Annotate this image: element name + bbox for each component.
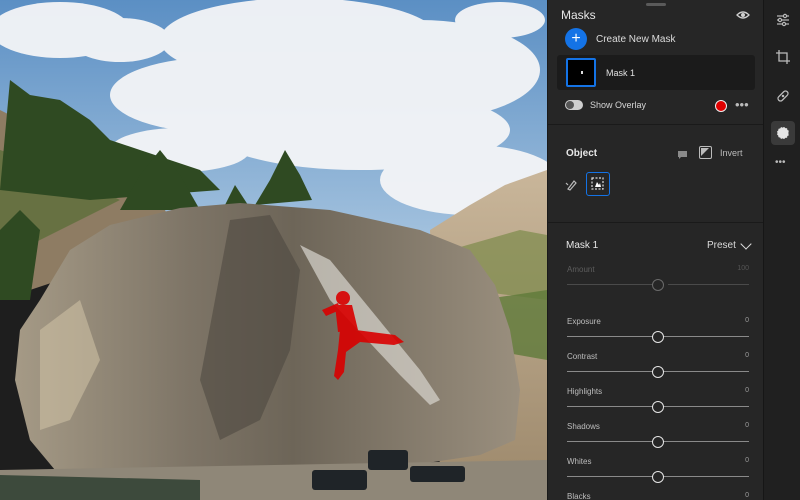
slider-shadows[interactable]: Shadows 0: [567, 422, 749, 452]
slider-amount: Amount 100: [567, 265, 749, 295]
mask-settings-title: Mask 1: [566, 240, 599, 251]
more-options-icon[interactable]: •••: [735, 98, 749, 111]
object-section-title: Object: [566, 148, 598, 159]
slider-label: Shadows: [567, 422, 600, 431]
chat-bubble-icon[interactable]: [677, 150, 688, 160]
select-object-button[interactable]: [586, 172, 610, 196]
create-new-mask-label: Create New Mask: [596, 33, 676, 45]
crop-icon[interactable]: [773, 47, 793, 67]
show-overlay-label: Show Overlay: [590, 100, 647, 110]
slider-whites[interactable]: Whites 0: [567, 457, 749, 487]
section-divider: [548, 124, 763, 125]
mask-list-item[interactable]: Mask 1: [557, 55, 755, 90]
mask-thumbnail: [566, 58, 596, 87]
invert-icon: [699, 146, 712, 159]
masks-panel: Masks + Create New Mask Mask 1 Show Over…: [547, 0, 763, 500]
brush-icon[interactable]: [565, 177, 579, 191]
slider-label: Blacks: [567, 492, 591, 500]
section-divider: [548, 222, 763, 223]
slider-value: 0: [745, 387, 749, 394]
slider-knob[interactable]: [652, 401, 664, 413]
slider-value: 0: [745, 317, 749, 324]
photo: [0, 0, 547, 500]
slider-value: 0: [745, 352, 749, 359]
show-overlay-toggle[interactable]: [565, 100, 583, 110]
slider-exposure[interactable]: Exposure 0: [567, 317, 749, 347]
slider-value: 100: [737, 265, 749, 272]
mask-item-label: Mask 1: [606, 68, 636, 78]
slider-knob[interactable]: [652, 331, 664, 343]
slider-value: 0: [745, 492, 749, 499]
slider-track: [668, 284, 749, 285]
slider-blacks[interactable]: Blacks 0: [567, 492, 749, 500]
slider-label: Exposure: [567, 317, 601, 326]
eye-icon[interactable]: [736, 8, 750, 22]
slider-label: Amount: [567, 265, 595, 274]
invert-label: Invert: [720, 147, 743, 158]
slider-label: Highlights: [567, 387, 603, 396]
slider-value: 0: [745, 457, 749, 464]
tool-rail: •••: [763, 0, 800, 500]
create-new-mask-button[interactable]: + Create New Mask: [565, 28, 675, 50]
preset-label: Preset: [707, 240, 736, 251]
photo-canvas[interactable]: [0, 0, 547, 500]
select-object-icon: [591, 177, 604, 190]
panel-drag-handle[interactable]: [646, 3, 666, 6]
panel-title: Masks: [561, 8, 596, 22]
slider-label: Contrast: [567, 352, 598, 361]
edit-sliders-icon[interactable]: [773, 10, 793, 30]
plus-icon: +: [565, 28, 587, 50]
invert-button[interactable]: Invert: [699, 146, 743, 159]
slider-knob[interactable]: [652, 436, 664, 448]
slider-knob[interactable]: [652, 471, 664, 483]
slider-track: [567, 284, 657, 285]
masking-icon[interactable]: [771, 121, 795, 145]
slider-knob: [652, 279, 664, 291]
preset-dropdown[interactable]: Preset: [707, 237, 752, 251]
more-tools-icon[interactable]: •••: [775, 158, 786, 168]
overlay-color-swatch[interactable]: [715, 100, 727, 112]
healing-bandage-icon[interactable]: [773, 86, 793, 106]
chevron-down-icon: [740, 237, 752, 250]
slider-knob[interactable]: [652, 366, 664, 378]
slider-highlights[interactable]: Highlights 0: [567, 387, 749, 417]
slider-label: Whites: [567, 457, 592, 466]
slider-contrast[interactable]: Contrast 0: [567, 352, 749, 382]
slider-value: 0: [745, 422, 749, 429]
